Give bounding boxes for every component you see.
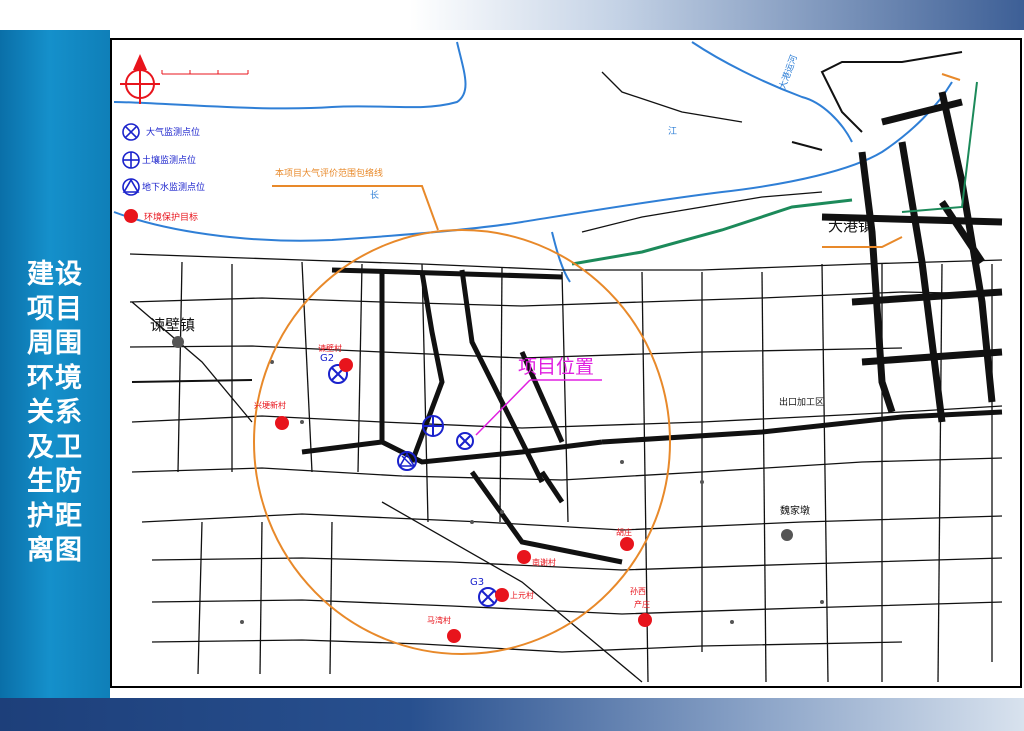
legend-label-protection: 环境保护目标 xyxy=(144,211,198,223)
north-arrow-icon xyxy=(120,54,160,104)
target-label-6: 胡庄 xyxy=(616,527,632,537)
map-canvas: 江 长 大港运河 大气监测点位 土壤监测点位 地下水监测点位 环境保护目标 本项… xyxy=(113,41,1003,683)
river-label-jiang: 江 xyxy=(668,126,677,137)
project-location-label: 项目位置 xyxy=(518,356,594,378)
protection-target-marker xyxy=(275,416,289,430)
target-label-2: 兴埂新村 xyxy=(254,400,286,410)
canal-bank-green xyxy=(571,198,853,266)
protection-target-marker xyxy=(447,629,461,643)
map-frame: 江 长 大港运河 大气监测点位 土壤监测点位 地下水监测点位 环境保护目标 本项… xyxy=(110,38,1022,688)
protection-target-marker xyxy=(620,537,634,551)
target-label-1: 谏壁村 xyxy=(318,343,342,353)
monitor-label-g2: G2 xyxy=(320,353,334,364)
target-label-5: 马湾村 xyxy=(427,615,451,625)
protection-target-marker xyxy=(495,588,509,602)
top-banner xyxy=(0,0,1024,30)
district-label: 出口加工区 xyxy=(779,396,824,408)
circle-x-icon xyxy=(122,123,140,141)
town-label-jianbi: 谏壁镇 xyxy=(150,316,195,334)
dagang-marker xyxy=(822,236,903,248)
air-monitor-point-project xyxy=(456,432,474,450)
legend-label-groundwater: 地下水监测点位 xyxy=(142,181,205,193)
side-panel: 建设项目周围环境关系及卫生防护距离图 xyxy=(0,30,110,698)
target-label-4: 上元村 xyxy=(510,590,534,600)
target-label-3: 南谢村 xyxy=(532,557,556,567)
circle-cross-icon xyxy=(122,151,140,169)
legend-label-soil: 土壤监测点位 xyxy=(142,154,196,166)
scale-bar xyxy=(161,70,249,75)
target-label-8: 孙西 xyxy=(630,586,646,596)
town-label-weijiadun: 魏家墩 xyxy=(780,504,810,517)
north-boundary-marker xyxy=(941,73,961,81)
building-dots xyxy=(172,336,824,624)
target-label-7: 产庄 xyxy=(634,599,650,609)
river-label-chang: 长 xyxy=(370,189,379,201)
slide-title: 建设项目周围环境关系及卫生防护距离图 xyxy=(27,259,83,566)
monitor-label-g3: G3 xyxy=(470,577,484,588)
legend-label-air: 大气监测点位 xyxy=(146,126,200,138)
boundary-leader-line xyxy=(272,185,439,231)
protection-target-marker xyxy=(638,613,652,627)
soil-monitor-point xyxy=(422,415,444,437)
red-octagon-icon xyxy=(124,209,138,223)
boundary-label: 本项目大气评价范围包络线 xyxy=(275,167,383,179)
legend: 大气监测点位 土壤监测点位 地下水监测点位 环境保护目标 xyxy=(122,123,205,223)
monitor-point-g3 xyxy=(478,587,498,607)
protection-target-marker xyxy=(339,358,353,372)
canal-label: 大港运河 xyxy=(776,53,800,91)
circle-triangle-icon xyxy=(122,178,140,196)
bottom-banner xyxy=(0,698,1024,731)
town-label-dagang: 大港镇 xyxy=(828,217,873,235)
protection-target-marker xyxy=(517,550,531,564)
